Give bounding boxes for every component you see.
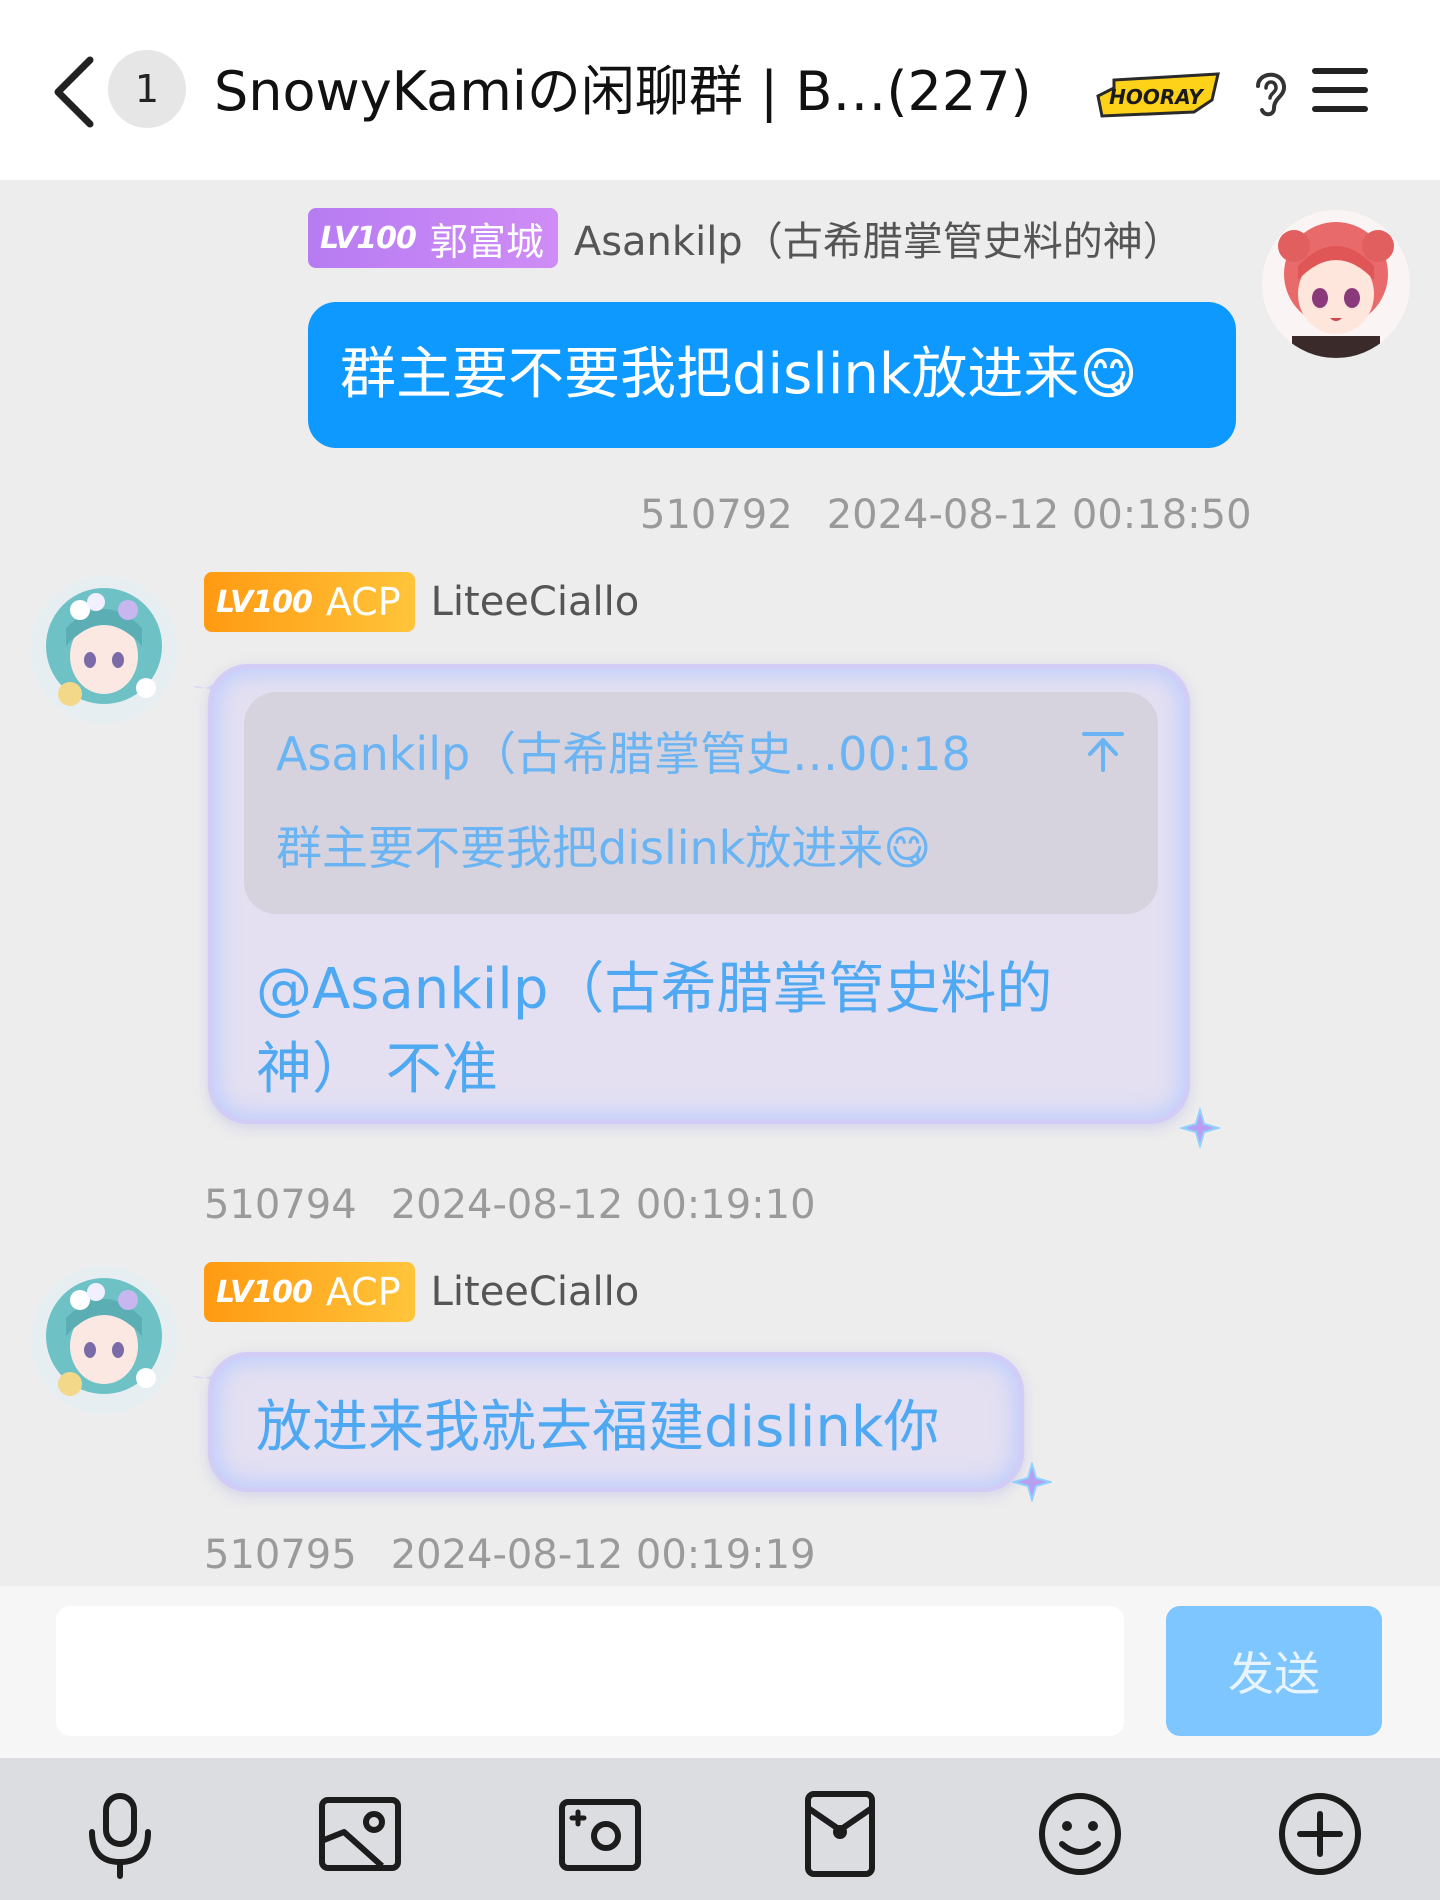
message-id: 510795 <box>204 1532 357 1578</box>
avatar-image <box>30 576 178 724</box>
sender-name[interactable]: LiteeCiallo <box>431 579 640 625</box>
unread-count-badge[interactable]: 1 <box>108 50 186 128</box>
title-badge-label: 郭富城 <box>429 219 544 264</box>
quote-header: Asankilp（古希腊掌管史…00:18 <box>276 727 971 781</box>
message-text: @Asankilp（古希腊掌管史料的神） 不准 <box>256 957 1053 1102</box>
message-input[interactable] <box>56 1606 1124 1736</box>
input-bar: 发送 <box>0 1586 1440 1758</box>
title-badge-label: ACP <box>325 580 401 624</box>
avatar[interactable] <box>30 1266 178 1414</box>
jump-to-original-icon[interactable] <box>1080 728 1126 774</box>
red-packet-icon[interactable] <box>794 1788 886 1880</box>
level-label: LV100 <box>320 220 417 256</box>
hooray-badge-icon[interactable]: HOORAY <box>1094 66 1222 122</box>
message-id: 510794 <box>204 1182 357 1228</box>
message-time: 2024-08-12 00:18:50 <box>826 492 1252 538</box>
level-badge: LV100 郭富城 <box>308 208 558 268</box>
message-text: 放进来我就去福建dislink你 <box>256 1395 940 1460</box>
sparkle-icon <box>1012 1462 1052 1502</box>
message-time: 2024-08-12 00:19:19 <box>390 1532 816 1578</box>
sender-name[interactable]: LiteeCiallo <box>431 1269 640 1315</box>
hamburger-menu-icon[interactable] <box>1310 64 1370 116</box>
message-header: LV100 郭富城 Asankilp（古希腊掌管史料的神） <box>308 208 1183 268</box>
image-icon[interactable] <box>314 1788 406 1880</box>
message-time: 2024-08-12 00:19:10 <box>390 1182 816 1228</box>
ear-icon[interactable] <box>1248 64 1292 120</box>
level-label: LV100 <box>216 1274 313 1310</box>
bottom-toolbar <box>0 1758 1440 1900</box>
message-header: LV100 ACP LiteeCiallo <box>204 1262 639 1322</box>
title-badge-label: ACP <box>325 1270 401 1314</box>
sparkle-icon <box>1180 1108 1220 1148</box>
avatar[interactable] <box>30 576 178 724</box>
quote-text: 群主要不要我把dislink放进来😋 <box>276 821 932 875</box>
camera-icon[interactable] <box>554 1788 646 1880</box>
message-id: 510792 <box>640 492 793 538</box>
message-meta: 510792 2024-08-12 00:18:50 <box>640 492 1252 538</box>
emoji-icon[interactable] <box>1034 1788 1126 1880</box>
message-bubble[interactable]: 群主要不要我把dislink放进来😋 <box>308 302 1236 448</box>
svg-text:HOORAY: HOORAY <box>1109 85 1205 109</box>
avatar[interactable] <box>1262 210 1410 358</box>
plus-icon[interactable] <box>1274 1788 1366 1880</box>
quoted-message[interactable]: Asankilp（古希腊掌管史…00:18 群主要不要我把dislink放进来😋 <box>244 692 1158 914</box>
chat-title[interactable]: SnowyKamiの闲聊群 | B…(227) <box>214 52 1084 132</box>
microphone-icon[interactable] <box>74 1788 166 1880</box>
message-header: LV100 ACP LiteeCiallo <box>204 572 639 632</box>
message-list[interactable]: LV100 郭富城 Asankilp（古希腊掌管史料的神） 群主要不要我把dis… <box>0 180 1440 1586</box>
message-meta: 510795 2024-08-12 00:19:19 <box>204 1532 816 1578</box>
avatar-image <box>30 1266 178 1414</box>
level-badge: LV100 ACP <box>204 572 415 632</box>
level-badge: LV100 ACP <box>204 1262 415 1322</box>
level-label: LV100 <box>216 584 313 620</box>
avatar-image <box>1262 210 1410 358</box>
message-meta: 510794 2024-08-12 00:19:10 <box>204 1182 816 1228</box>
chevron-left-icon[interactable] <box>48 52 104 132</box>
chat-header: 1 SnowyKamiの闲聊群 | B…(227) HOORAY <box>0 0 1440 180</box>
send-button[interactable]: 发送 <box>1166 1606 1382 1736</box>
sender-name[interactable]: Asankilp（古希腊掌管史料的神） <box>574 209 1183 267</box>
